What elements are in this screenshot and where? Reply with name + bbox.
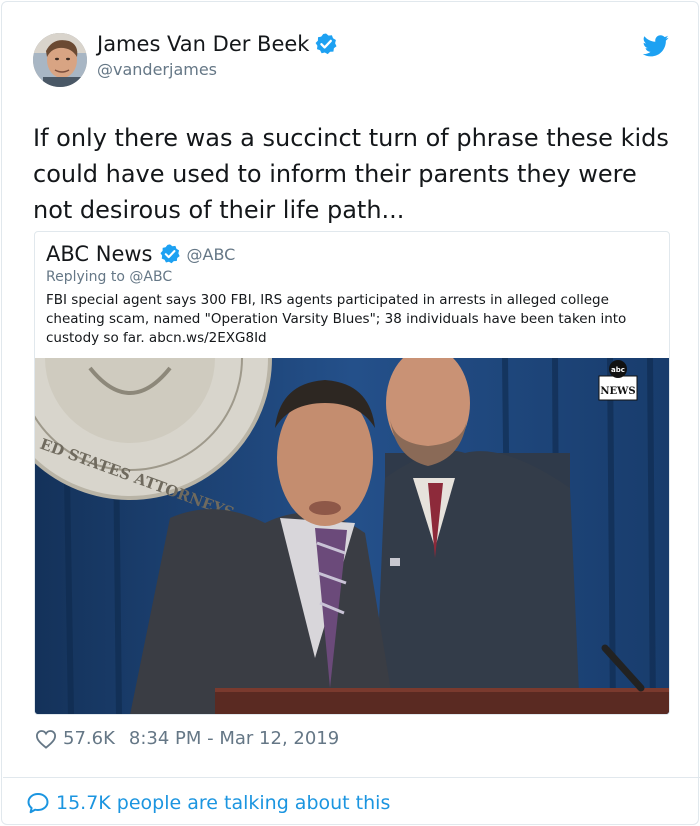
author-name[interactable]: James Van Der Beek <box>97 32 338 56</box>
tweet-text: If only there was a succinct turn of phr… <box>33 124 669 224</box>
heart-icon[interactable] <box>35 729 57 749</box>
quoted-author-name[interactable]: ABC News <box>46 242 153 266</box>
replying-to: Replying to @ABC <box>46 269 173 285</box>
speech-bubble-icon <box>27 793 49 814</box>
svg-text:abc: abc <box>611 366 625 374</box>
timestamp[interactable]: 8:34 PM - Mar 12, 2019 <box>129 728 339 749</box>
footer-divider <box>3 777 700 778</box>
author-avatar[interactable] <box>33 33 87 87</box>
author-name-text[interactable]: James Van Der Beek <box>97 32 309 56</box>
quoted-text: FBI special agent says 300 FBI, IRS agen… <box>46 292 627 346</box>
people-talking-link[interactable]: 15.7K people are talking about this <box>26 791 390 815</box>
quoted-author-handle[interactable]: @ABC <box>187 245 236 264</box>
quoted-media-image[interactable]: ED STATES ATTORNEYS abc NEWS <box>35 358 669 714</box>
quoted-author[interactable]: ABC News @ABC <box>46 242 235 266</box>
twitter-bird-icon[interactable] <box>643 35 669 57</box>
svg-text:NEWS: NEWS <box>600 386 635 397</box>
tweet-card: James Van Der Beek @vanderjames If only … <box>1 1 700 825</box>
quoted-tweet[interactable]: ABC News @ABC Replying to @ABC FBI speci… <box>34 231 670 715</box>
people-talking-text[interactable]: 15.7K people are talking about this <box>56 792 390 814</box>
verified-badge-icon <box>159 244 180 264</box>
verified-badge-icon <box>316 33 337 55</box>
like-count[interactable]: 57.6K <box>63 728 115 749</box>
tweet-meta: 57.6K 8:34 PM - Mar 12, 2019 <box>35 728 339 749</box>
author-handle[interactable]: @vanderjames <box>97 60 217 79</box>
